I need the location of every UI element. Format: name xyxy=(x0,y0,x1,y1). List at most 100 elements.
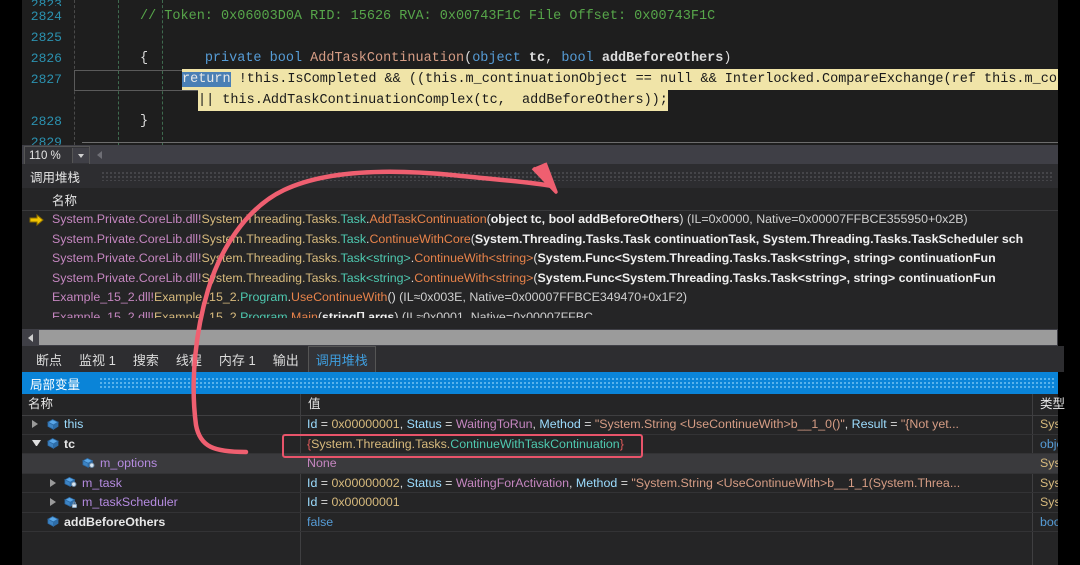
locals-row[interactable]: tc {System.Threading.Tasks.ContinueWithTa… xyxy=(22,435,1058,455)
code-line-2825: 2825 private bool AddTaskContinuation(ob… xyxy=(22,27,1058,48)
call-stack-c-type: Program xyxy=(240,290,288,304)
locals-type-cell: System xyxy=(1034,454,1058,473)
locals-row[interactable]: m_optionsNoneSystem xyxy=(22,454,1058,474)
locals-value-cell[interactable]: {System.Threading.Tasks.ContinueWithTask… xyxy=(302,435,1033,454)
call-stack-c-meth: Main xyxy=(291,310,318,318)
value-token: = xyxy=(317,495,331,509)
editor-zoom-bar: 110 % xyxy=(22,145,1058,164)
variable-name: this xyxy=(64,415,83,434)
call-stack-c-ns: Example_15_2. xyxy=(154,290,240,304)
code-line-2824: 2824 // Token: 0x06003D0A RID: 15626 RVA… xyxy=(22,6,1058,27)
scroll-left-button-icon[interactable] xyxy=(22,329,38,346)
field-icon xyxy=(46,418,60,431)
call-stack-hscrollbar[interactable] xyxy=(22,329,1058,346)
expand-triangle-icon[interactable] xyxy=(50,498,59,507)
tab-线程[interactable]: 线程 xyxy=(168,346,210,373)
locals-value-cell[interactable]: Id = 0x00000001, Status = WaitingToRun, … xyxy=(302,415,1033,434)
column-header-name: 名称 xyxy=(22,394,306,415)
call-stack-c-meth: AddTaskContinuation xyxy=(369,212,486,226)
chevron-down-icon[interactable] xyxy=(72,148,89,163)
title-grip xyxy=(100,378,1054,388)
locals-type-cell: bool xyxy=(1034,513,1058,532)
value-token: = xyxy=(442,476,456,490)
call-stack-c-meth: ContinueWith<string> xyxy=(414,251,533,265)
locals-name-cell[interactable]: this xyxy=(22,415,300,434)
value-token: = xyxy=(887,417,901,431)
locals-row[interactable]: addBeforeOthers falsebool xyxy=(22,513,1058,533)
tab-内存 1[interactable]: 内存 1 xyxy=(211,346,264,373)
locals-name-cell[interactable]: m_options xyxy=(22,454,300,473)
locals-row[interactable]: m_task Id = 0x00000002, Status = WaitingF… xyxy=(22,474,1058,494)
locals-row[interactable]: this Id = 0x00000001, Status = WaitingToR… xyxy=(22,415,1058,435)
locals-rows: this Id = 0x00000001, Status = WaitingToR… xyxy=(22,415,1058,565)
tab-搜索[interactable]: 搜索 xyxy=(125,346,167,373)
locals-name-cell[interactable]: addBeforeOthers xyxy=(22,513,300,532)
locals-type-cell: System xyxy=(1034,474,1058,493)
call-stack-row[interactable]: System.Private.CoreLib.dll!System.Thread… xyxy=(22,269,1058,289)
method-separator xyxy=(82,142,1058,143)
expand-triangle-icon[interactable] xyxy=(50,479,59,488)
variable-name: tc xyxy=(64,435,75,454)
variable-name: addBeforeOthers xyxy=(64,513,165,532)
call-stack-c-meth: ContinueWith<string> xyxy=(414,271,533,285)
call-stack-c-bold: System.Threading.Tasks.Task continuation… xyxy=(475,232,1023,246)
locals-name-cell[interactable]: m_taskScheduler xyxy=(22,493,300,512)
call-stack-row[interactable]: System.Private.CoreLib.dll!System.Thread… xyxy=(22,230,1058,250)
close-brace: } xyxy=(140,114,148,129)
call-stack-c-ns: System.Threading.Tasks. xyxy=(201,251,340,265)
call-stack-c-ns: System.Threading.Tasks. xyxy=(201,212,340,226)
value-token: 0x00000001 xyxy=(331,417,399,431)
call-stack-c-meth: UseContinueWith xyxy=(291,290,387,304)
call-stack-row[interactable]: Example_15_2.dll!Example_15_2.Program.Us… xyxy=(22,288,1058,308)
visual-studio-debugger-window: 2823 2824 // Token: 0x06003D0A RID: 1562… xyxy=(0,0,1080,565)
value-token: = xyxy=(617,476,631,490)
call-stack-column-header[interactable]: 名称 xyxy=(22,188,1058,211)
zoom-level-selector[interactable]: 110 % xyxy=(24,146,90,165)
call-stack-c-bold: string[] args xyxy=(322,310,394,318)
code-comment: // Token: 0x06003D0A RID: 15626 RVA: 0x0… xyxy=(140,9,715,24)
collapse-triangle-icon[interactable] xyxy=(32,440,41,449)
locals-panel: 局部变量 名称 值 类型 this Id = 0x00000001, Status… xyxy=(22,372,1058,565)
value-token: Method xyxy=(539,417,580,431)
locals-value-cell[interactable]: false xyxy=(302,513,1033,532)
private-field-icon xyxy=(82,457,96,470)
code-line-2827: 2827 return !this.IsCompleted && ((this.… xyxy=(22,69,1058,111)
call-stack-c-type: Program xyxy=(240,310,288,318)
variable-name: m_task xyxy=(82,474,122,493)
call-stack-row[interactable]: System.Private.CoreLib.dll!System.Thread… xyxy=(22,249,1058,269)
tab-监视 1[interactable]: 监视 1 xyxy=(71,346,124,373)
line-number: 2828 xyxy=(22,111,62,132)
call-stack-row[interactable]: Example_15_2.dll!Example_15_2.Program.Ma… xyxy=(22,308,1058,318)
call-stack-c-type: Task<string> xyxy=(341,271,411,285)
locals-title: 局部变量 xyxy=(22,374,80,393)
locals-name-cell[interactable]: m_task xyxy=(22,474,300,493)
tab-调用堆栈[interactable]: 调用堆栈 xyxy=(308,346,376,373)
call-stack-c-pln: () xyxy=(387,290,395,304)
expand-triangle-icon[interactable] xyxy=(32,420,41,429)
locals-name-cell[interactable]: tc xyxy=(22,435,300,454)
scrollbar-thumb[interactable] xyxy=(39,330,1057,345)
locals-value-cell[interactable]: None xyxy=(302,454,1033,473)
call-stack-c-meth: ContinueWithCore xyxy=(369,232,470,246)
scroll-left-icon[interactable] xyxy=(92,147,106,162)
value-token: WaitingToRun xyxy=(456,417,533,431)
tab-断点[interactable]: 断点 xyxy=(28,346,70,373)
tab-输出[interactable]: 输出 xyxy=(265,346,307,373)
locals-column-header[interactable]: 名称 值 类型 xyxy=(22,394,1058,416)
locals-row[interactable]: m_taskSchedulerId = 0x00000001System xyxy=(22,493,1058,513)
locals-value-cell[interactable]: Id = 0x00000001 xyxy=(302,493,1033,512)
value-token: Status xyxy=(407,476,442,490)
current-frame-arrow-icon xyxy=(29,213,44,227)
call-stack-c-dim: (IL≈0x003E, Native=0x00007FFBCE349470+0x… xyxy=(396,290,687,304)
value-token: Id xyxy=(307,476,317,490)
call-stack-c-type: Task<string> xyxy=(341,251,411,265)
value-token: = xyxy=(442,417,456,431)
value-token: "System.String <UseContinueWith>b__1_1(S… xyxy=(631,476,960,490)
value-token: WaitingForActivation xyxy=(456,476,569,490)
value-token: Method xyxy=(576,476,617,490)
call-stack-row[interactable]: System.Private.CoreLib.dll!System.Thread… xyxy=(22,210,1058,230)
variable-name: m_taskScheduler xyxy=(82,493,178,512)
code-editor[interactable]: 2823 2824 // Token: 0x06003D0A RID: 1562… xyxy=(22,0,1058,145)
locals-value-cell[interactable]: Id = 0x00000002, Status = WaitingForActi… xyxy=(302,474,1033,493)
call-stack-c-bold: object tc, bool addBeforeOthers xyxy=(491,212,680,226)
